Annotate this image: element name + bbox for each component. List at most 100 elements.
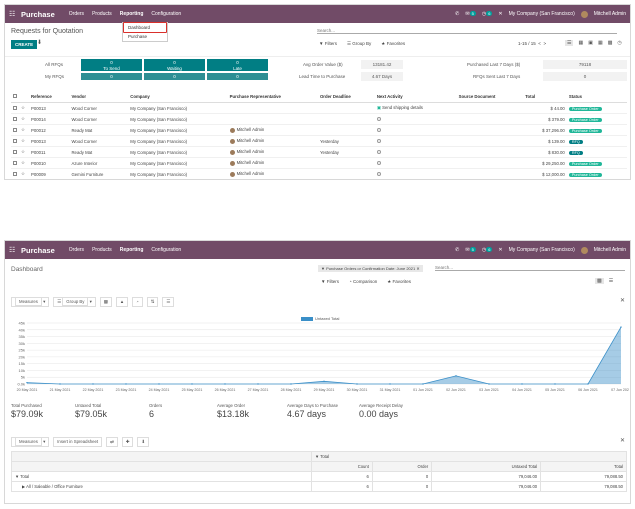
tile-my-to-send[interactable]: 0 [81,73,142,80]
table-row[interactable]: ☆ P00012 Ready Mat My Company (San Francisc… [11,124,627,136]
download-icon[interactable]: ⬇ [137,437,149,447]
star-icon[interactable]: ☆ [19,124,29,136]
table-row[interactable]: ☆ P00013 Wood Corner My Company (San Franci… [11,102,627,114]
col-deadline[interactable]: Order Deadline [317,91,375,103]
menu-configuration[interactable]: Configuration [151,247,181,253]
chat-icon[interactable]: ✉ 5 [465,247,476,253]
col-total[interactable]: Total [523,91,567,103]
cell-activity[interactable] [374,146,457,158]
col-representative[interactable]: Purchase Representative [227,91,318,103]
table-row[interactable]: ☆ P00010 Azure Interior My Company (San Fra… [11,157,627,169]
menu-orders[interactable]: Orders [69,11,84,17]
tile-waiting[interactable]: 0 Waiting [144,59,205,71]
menu-reporting[interactable]: Reporting [120,247,144,253]
cell-activity[interactable]: ▣ Send shipping details [374,102,457,114]
close-icon[interactable]: ✕ [620,297,625,304]
list-view-icon[interactable]: ☰ [609,278,613,284]
tile-late[interactable]: 0 Late [207,59,268,71]
apps-menu-icon[interactable]: ☷ [9,10,21,18]
clock-icon[interactable]: ◷ 6 [482,11,493,17]
avatar[interactable] [580,246,588,254]
activity-view-icon[interactable]: ◷ [617,40,621,46]
pivot-col-total[interactable]: ▼ Total [311,451,627,462]
sort-icon[interactable]: ⇅ [146,297,159,307]
phone-icon[interactable]: ✆ [455,247,459,253]
pager-value[interactable]: 1-15 / 15 [518,41,536,46]
tile-my-late[interactable]: 0 [207,73,268,80]
settings-icon[interactable]: ✕ [498,247,502,253]
settings-icon[interactable]: ✕ [498,11,502,17]
chat-icon[interactable]: ✉ 5 [465,11,476,17]
measures-button[interactable]: Measures ▾ [11,297,50,307]
download-icon[interactable]: ⬇ [37,39,42,46]
bar-chart-icon[interactable]: ▩ [99,297,112,307]
cell-activity[interactable] [374,157,457,169]
table-row[interactable]: ☆ P00013 Wood Corner My Company (San Franci… [11,135,627,147]
avatar[interactable] [580,10,588,18]
user-name[interactable]: Mitchell Admin [594,11,626,17]
search-input[interactable] [317,28,617,34]
row-checkbox[interactable] [13,116,17,121]
row-checkbox[interactable] [13,171,17,176]
col-source[interactable]: Source Document [456,91,524,103]
star-icon[interactable]: ☆ [19,146,29,158]
pivot-row-label[interactable]: ▼ Total [11,471,312,482]
pivot-view-icon[interactable]: ▦ [598,40,603,46]
user-name[interactable]: Mitchell Admin [594,247,626,253]
pivot-col-untaxed[interactable]: Untaxed Total [431,461,542,472]
comparison-button[interactable]: ◔ Comparison [349,279,377,285]
star-icon[interactable]: ☆ [19,113,29,125]
filters-button[interactable]: ▼ Filters [321,279,339,285]
pivot-col-grand-total[interactable]: Total [540,461,627,472]
star-icon[interactable]: ☆ [19,135,29,147]
dashboard-view-icon[interactable]: ▩ [595,278,604,284]
clock-icon[interactable]: ◷ 6 [482,247,493,253]
menu-configuration[interactable]: Configuration [151,11,181,17]
menu-products[interactable]: Products [92,247,112,253]
col-reference[interactable]: Reference [29,91,70,103]
line-chart-icon[interactable]: ▲ [115,297,129,307]
menu-reporting[interactable]: Reporting [120,11,144,17]
pivot-col-count[interactable]: Count [311,461,373,472]
tile-my-waiting[interactable]: 0 [144,73,205,80]
pivot-measures-button[interactable]: Measures ▾ [11,437,50,447]
cell-activity[interactable] [374,113,457,125]
row-checkbox[interactable] [13,127,17,132]
col-status[interactable]: Status [566,91,627,103]
filters-button[interactable]: ▼ Filters [319,41,337,47]
menu-orders[interactable]: Orders [69,247,84,253]
cell-activity[interactable] [374,168,457,179]
phone-icon[interactable]: ✆ [455,11,459,17]
expand-icon[interactable]: ✚ [121,437,134,447]
create-button[interactable]: CREATE [11,40,38,49]
star-icon[interactable]: ☆ [19,102,29,114]
favorites-button[interactable]: ★ Favorites [387,279,411,285]
pager-next-icon[interactable]: > [543,41,546,46]
row-checkbox[interactable] [13,105,17,110]
cell-activity[interactable] [374,135,457,147]
menu-products[interactable]: Products [92,11,112,17]
tile-to-send[interactable]: 0 To Send [81,59,142,71]
pager-prev-icon[interactable]: < [537,41,542,46]
row-checkbox[interactable] [13,138,17,143]
graph-view-icon[interactable]: ▩ [608,40,613,46]
dropdown-item-purchase[interactable]: Purchase [123,32,167,41]
calendar-view-icon[interactable]: ▣ [588,40,593,46]
insert-spreadsheet-button[interactable]: Insert in Spreadsheet [53,437,103,447]
pivot-close-icon[interactable]: ✕ [620,437,625,444]
table-row[interactable]: ☆ P00011 Ready Mat My Company (San Francisc… [11,146,627,158]
table-row[interactable]: ☆ P00014 Wood Corner My Company (San Franci… [11,113,627,125]
col-company[interactable]: Company [128,91,228,103]
favorites-button[interactable]: ★ Favorites [381,41,405,47]
group-by-button[interactable]: ☰ Group By ▾ [53,297,96,307]
select-all-checkbox[interactable] [13,94,17,98]
cell-activity[interactable] [374,124,457,136]
stack-icon[interactable]: ☰ [162,297,175,307]
kanban-view-icon[interactable]: ▦ [578,40,583,46]
search-input[interactable] [435,265,625,271]
star-icon[interactable]: ☆ [19,168,29,179]
pie-chart-icon[interactable]: ◔ [132,297,143,307]
pivot-col-order[interactable]: Order [371,461,433,472]
table-row[interactable]: ☆ P00009 Gemini Furniture My Company (San F… [11,168,627,179]
company-switcher[interactable]: My Company (San Francisco) [509,247,575,253]
